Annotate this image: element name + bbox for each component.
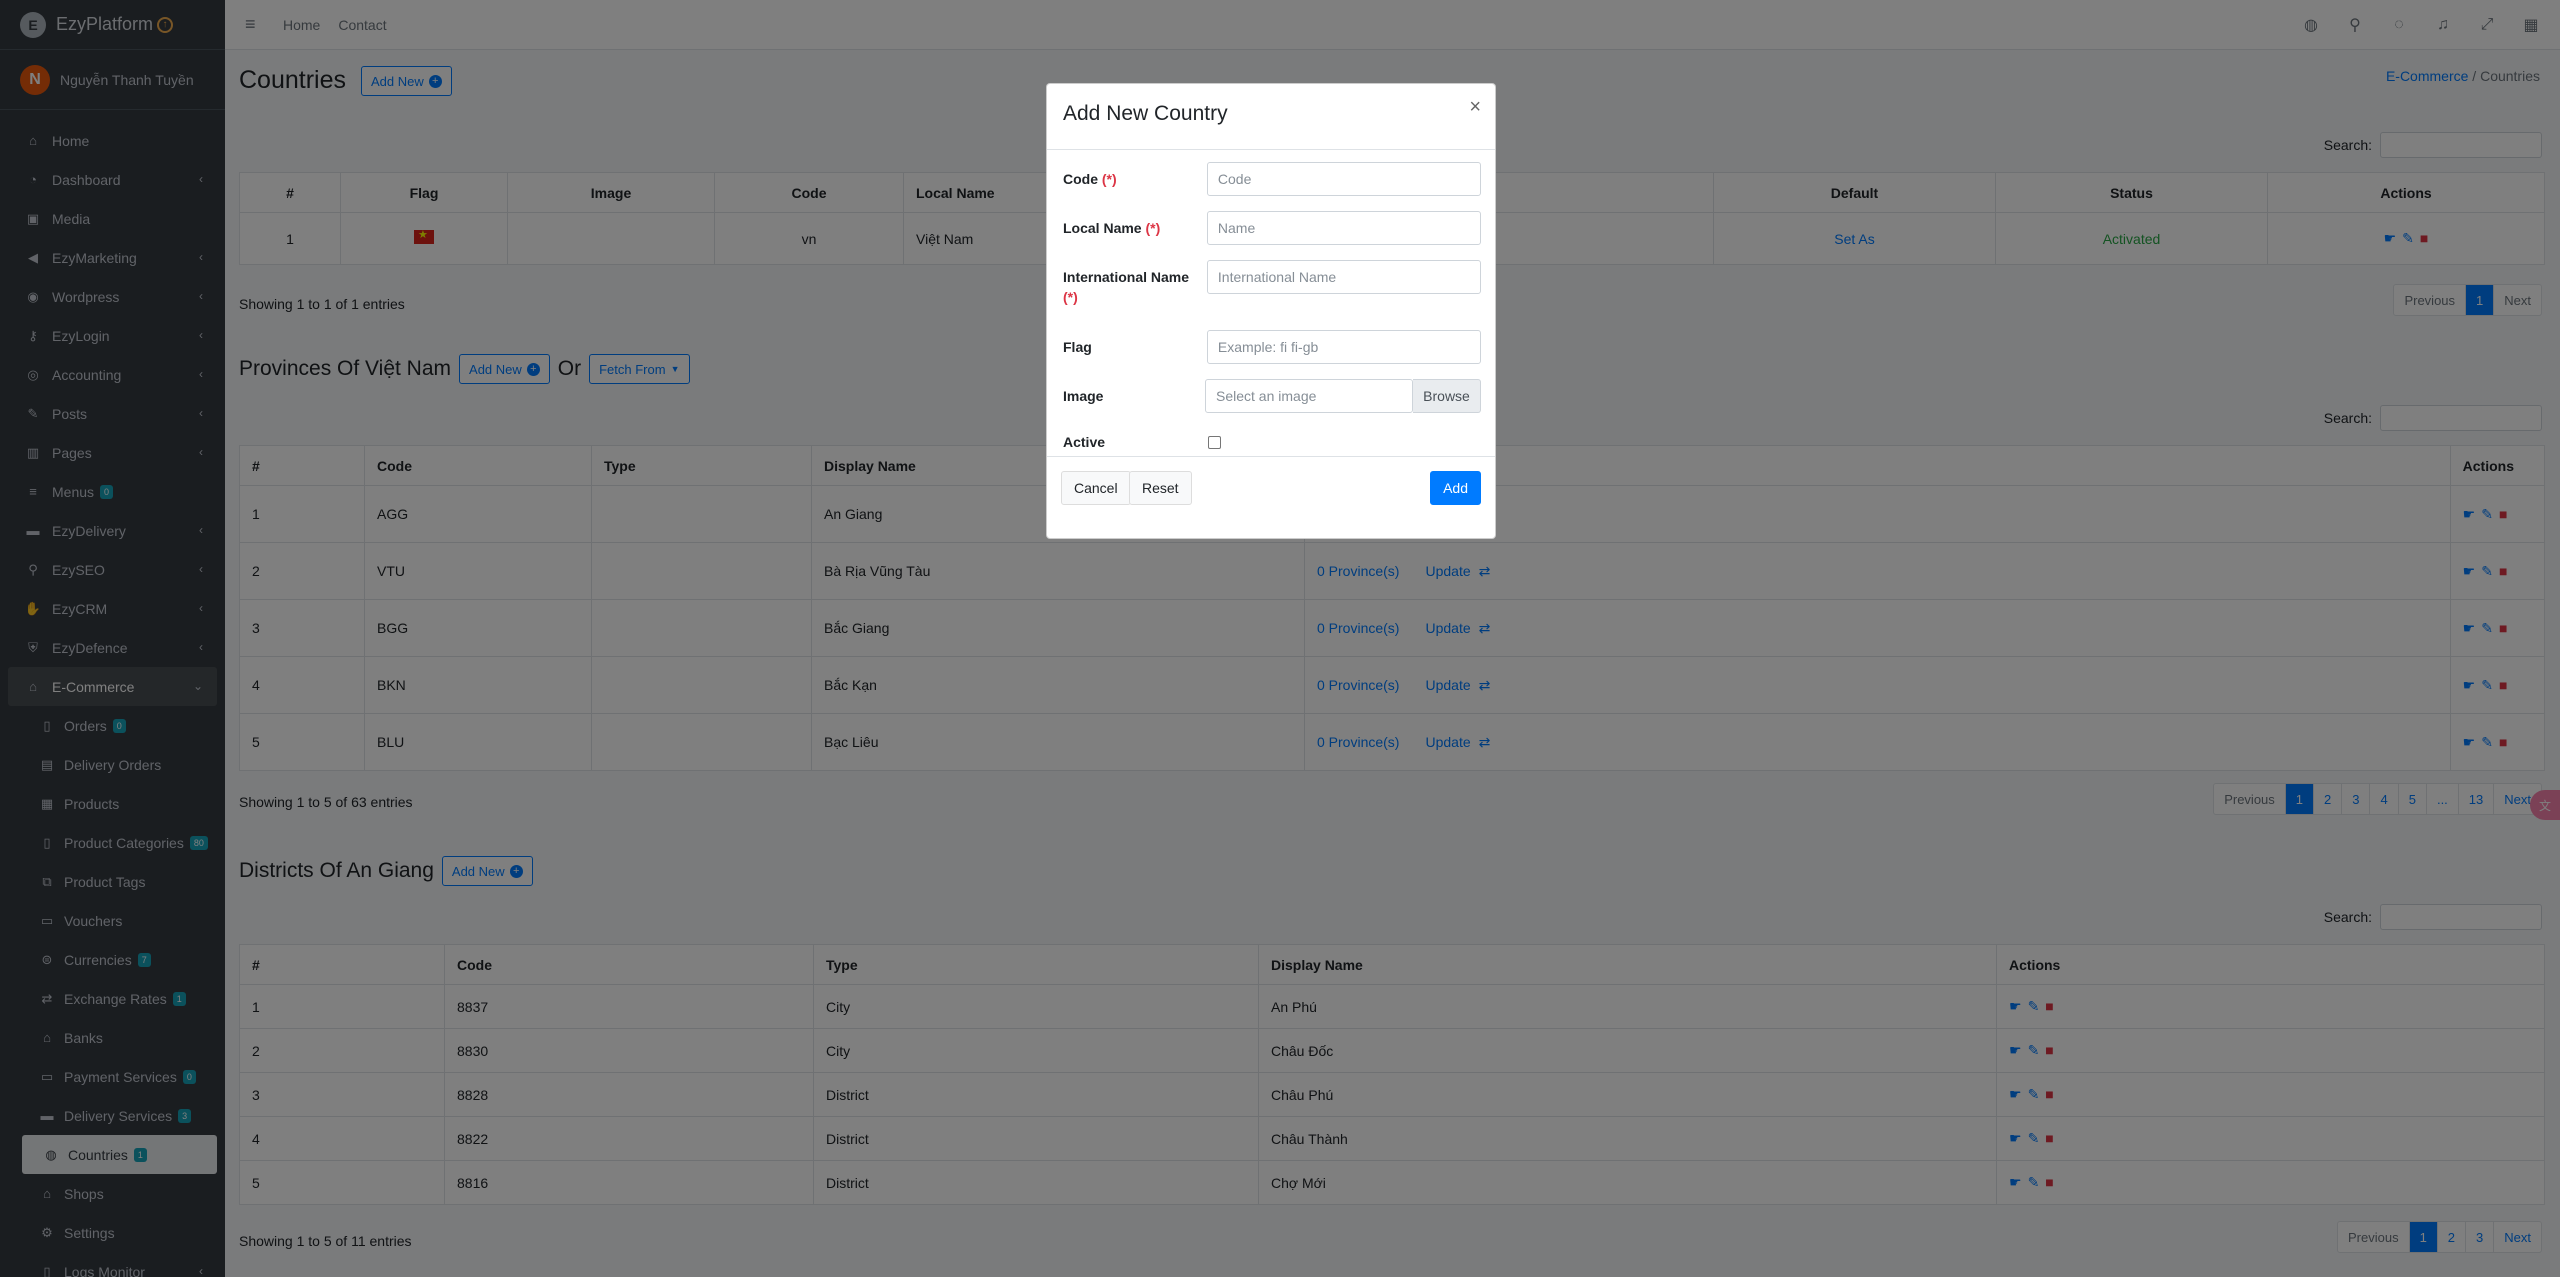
active-row: Active (1063, 432, 1481, 452)
code-field[interactable] (1206, 162, 1481, 196)
code-label: Code (*) (1063, 169, 1207, 189)
active-checkbox[interactable] (1208, 436, 1221, 449)
modal-body: Code (*) Local Name (*) International Na… (1047, 150, 1495, 456)
browse-button[interactable]: Browse (1413, 379, 1481, 413)
local-name-row: Local Name (*) (1063, 211, 1481, 245)
required-marker: (*) (1063, 289, 1078, 305)
flag-row: Flag (1063, 330, 1481, 364)
code-row: Code (*) (1063, 162, 1481, 196)
close-icon[interactable]: × (1469, 96, 1481, 119)
image-row: Image Browse (1063, 379, 1481, 413)
reset-button[interactable]: Reset (1129, 471, 1192, 505)
local-name-label: Local Name (*) (1063, 218, 1207, 238)
modal-header: Add New Country × (1047, 84, 1495, 150)
required-marker: (*) (1145, 220, 1161, 236)
modal-footer: Cancel Reset Add (1047, 456, 1495, 540)
local-name-label-text: Local Name (1063, 220, 1142, 236)
modal-title: Add New Country (1063, 102, 1228, 125)
intl-name-field[interactable] (1206, 260, 1481, 294)
flag-field[interactable] (1206, 330, 1481, 364)
cancel-button[interactable]: Cancel (1061, 471, 1131, 505)
intl-name-label-text: International Name (1063, 269, 1190, 285)
local-name-field[interactable] (1206, 211, 1481, 245)
add-button[interactable]: Add (1430, 471, 1481, 505)
add-country-modal: Add New Country × Code (*) Local Name (*… (1046, 83, 1496, 539)
code-label-text: Code (1063, 171, 1098, 187)
intl-name-row: International Name (*) (1063, 260, 1481, 307)
app: E EzyPlatform ↑ N Nguyễn Thanh Tuyền ⌂Ho… (0, 0, 2560, 1277)
required-marker: (*) (1101, 171, 1117, 187)
image-field[interactable] (1205, 379, 1413, 413)
intl-name-label: International Name (*) (1063, 267, 1207, 307)
image-picker: Browse (1205, 379, 1481, 413)
image-label: Image (1063, 388, 1104, 404)
active-label: Active (1063, 434, 1106, 450)
flag-label: Flag (1063, 339, 1092, 355)
